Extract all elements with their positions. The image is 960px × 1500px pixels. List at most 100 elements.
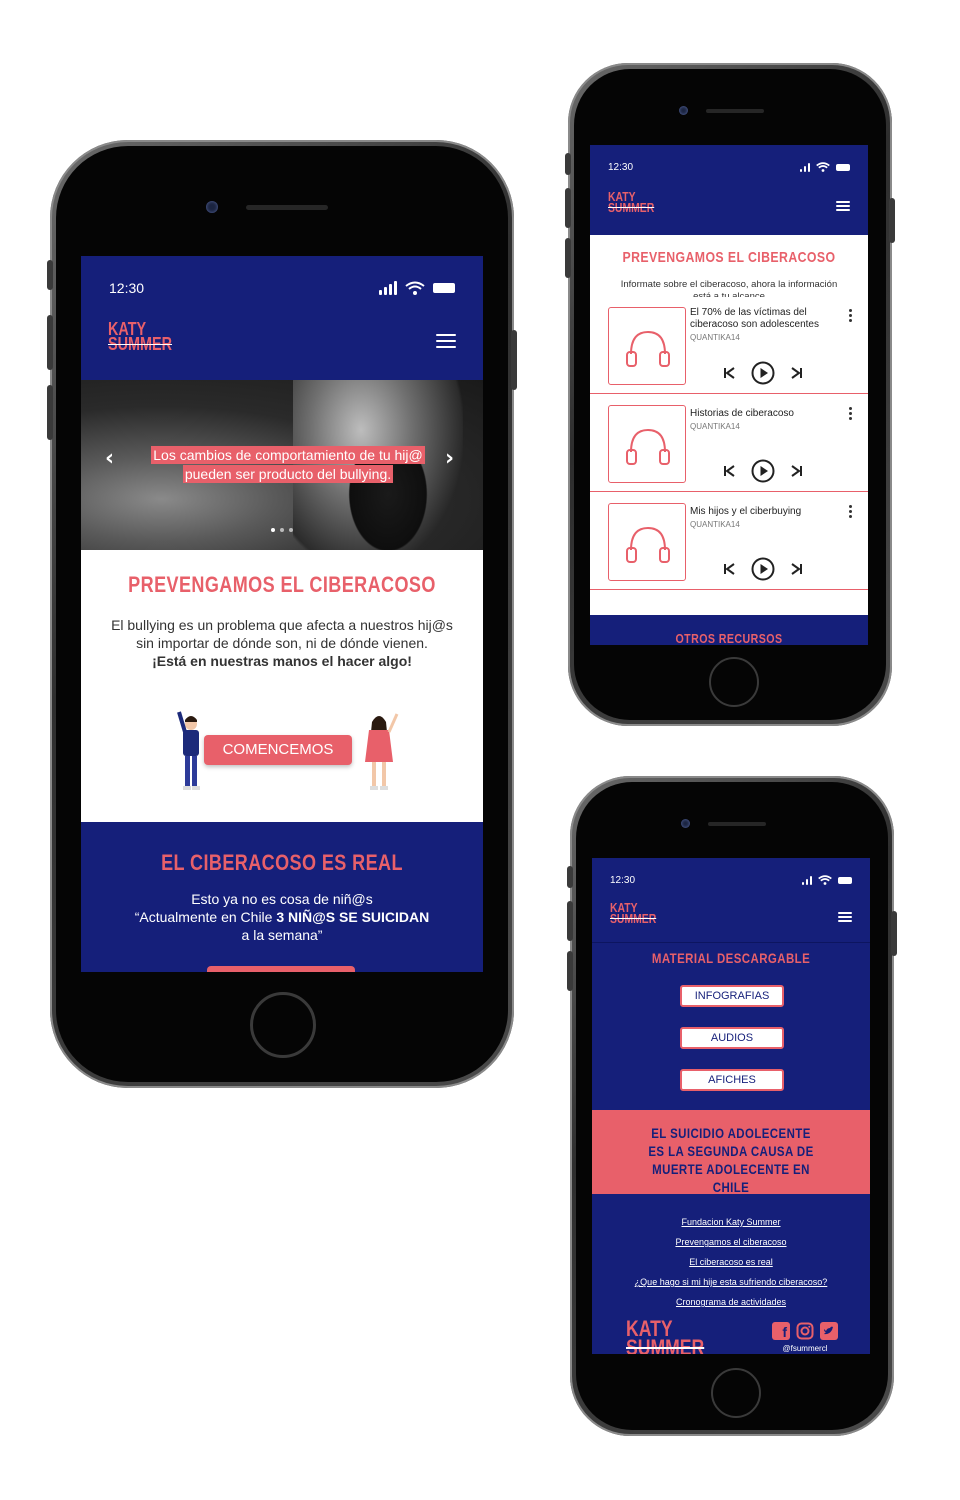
facebook-icon[interactable]: f xyxy=(772,1322,790,1340)
menu-icon[interactable] xyxy=(836,201,850,211)
hero-caption: Los cambios de comportamiento de tu hij@… xyxy=(151,446,425,483)
earpiece xyxy=(246,205,328,210)
audio-title: Mis hijos y el ciberbuying QUANTIKA14 xyxy=(690,506,820,531)
volume-down-button xyxy=(47,385,53,440)
home-button[interactable] xyxy=(250,992,316,1058)
play-icon[interactable] xyxy=(751,557,775,581)
audio-author: QUANTIKA14 xyxy=(690,422,740,431)
battery-icon xyxy=(838,876,852,884)
status-bar: 12:30 xyxy=(81,278,483,298)
carousel-dots[interactable] xyxy=(81,528,483,532)
signal-icon xyxy=(800,162,810,172)
audio-author: QUANTIKA14 xyxy=(690,520,740,529)
social-handle: @fsummercl xyxy=(782,1344,828,1353)
audio-title: Historias de ciberacoso QUANTIKA14 xyxy=(690,408,820,433)
phone-large: 12:30 KATY SUMMER ‹ › Los cambios de com… xyxy=(47,140,517,1088)
skip-next-icon[interactable] xyxy=(791,367,803,379)
status-bar: 12:30 xyxy=(592,872,870,888)
footer-logo: KATY SUMMER xyxy=(626,1316,705,1354)
screen-resources: 12:30 KATY SUMMER MATERIAL DESCARGABLE I… xyxy=(592,858,870,1354)
app-header: 12:30 KATY SUMMER xyxy=(590,145,868,235)
audios-button[interactable]: AUDIOS xyxy=(680,1027,784,1049)
phone-resources: 12:30 KATY SUMMER MATERIAL DESCARGABLE I… xyxy=(567,776,897,1436)
phone-audios: 12:30 KATY SUMMER PREVENGAMOS EL CIBERAC… xyxy=(565,63,895,726)
more-options-icon[interactable] xyxy=(849,505,852,518)
phone-bezel: 12:30 KATY SUMMER xyxy=(56,146,508,1082)
headphones-thumbnail[interactable] xyxy=(608,503,686,581)
play-icon[interactable] xyxy=(751,459,775,483)
chevron-right-icon[interactable]: › xyxy=(445,446,454,471)
section-button-peek[interactable] xyxy=(207,966,355,972)
menu-icon[interactable] xyxy=(838,912,852,922)
section-title: MATERIAL DESCARGABLE xyxy=(651,950,811,966)
afiches-button[interactable]: AFICHES xyxy=(680,1069,784,1091)
chevron-left-icon[interactable]: ‹ xyxy=(105,446,114,471)
status-time: 12:30 xyxy=(608,161,634,173)
hero-carousel: ‹ › Los cambios de comportamiento de tu … xyxy=(81,380,483,550)
section-body: El bullying es un problema que afecta a … xyxy=(111,617,453,669)
footer-link-fundacion[interactable]: Fundacion Katy Summer xyxy=(592,1212,870,1232)
home-button[interactable] xyxy=(709,657,759,707)
player-controls xyxy=(723,361,803,385)
mockup-stage: 12:30 KATY SUMMER ‹ › Los cambios de com… xyxy=(0,0,960,1500)
wifi-icon xyxy=(818,875,832,885)
section-body: Esto ya no es cosa de niñ@s “Actualmente… xyxy=(134,891,430,943)
front-camera xyxy=(681,819,690,828)
skip-next-icon[interactable] xyxy=(791,465,803,477)
footer-link-cronograma[interactable]: Cronograma de actividades xyxy=(592,1292,870,1312)
play-icon[interactable] xyxy=(751,361,775,385)
logo[interactable]: KATY SUMMER xyxy=(608,190,654,214)
audio-title: El 70% de las víctimas del ciberacoso so… xyxy=(690,307,819,342)
start-button[interactable]: COMENCEMOS xyxy=(204,735,352,765)
home-button[interactable] xyxy=(711,1368,761,1418)
status-bar: 12:30 xyxy=(590,159,868,175)
phone-bezel: 12:30 KATY SUMMER xyxy=(576,782,888,1430)
app-header: 12:30 KATY SUMMER xyxy=(81,256,483,380)
menu-icon[interactable] xyxy=(436,334,456,348)
battery-icon xyxy=(433,283,455,293)
status-time: 12:30 xyxy=(109,280,145,296)
audio-author: QUANTIKA14 xyxy=(690,333,740,342)
footer-link-que-hago[interactable]: ¿Que hago si mi hije esta sufriendo cibe… xyxy=(592,1272,870,1292)
footer-link-prevengamos[interactable]: Prevengamos el ciberacoso xyxy=(592,1232,870,1252)
skip-previous-icon[interactable] xyxy=(723,465,735,477)
skip-previous-icon[interactable] xyxy=(723,563,735,575)
signal-icon xyxy=(802,875,812,885)
audio-card[interactable]: El 70% de las víctimas del ciberacoso so… xyxy=(590,297,868,394)
volume-up-button xyxy=(47,315,53,370)
wifi-icon xyxy=(405,281,425,295)
battery-icon xyxy=(836,163,850,171)
front-camera xyxy=(206,201,218,213)
more-options-icon[interactable] xyxy=(849,407,852,420)
earpiece xyxy=(708,822,766,826)
player-controls xyxy=(723,557,803,581)
twitter-icon[interactable] xyxy=(820,1322,838,1340)
other-resources: OTROS RECURSOS xyxy=(590,615,868,645)
headphones-thumbnail[interactable] xyxy=(608,307,686,385)
headphones-icon xyxy=(626,428,670,465)
front-camera xyxy=(679,106,688,115)
social-links: f xyxy=(772,1322,838,1340)
headphones-icon xyxy=(626,330,670,367)
signal-icon xyxy=(379,281,397,295)
skip-next-icon[interactable] xyxy=(791,563,803,575)
infografias-button[interactable]: INFOGRAFIAS xyxy=(680,985,784,1007)
footer-link-real[interactable]: El ciberacoso es real xyxy=(592,1252,870,1272)
section-title: EL CIBERACOSO ES REAL xyxy=(161,850,403,875)
phone-bezel: 12:30 KATY SUMMER xyxy=(574,69,886,720)
footer-links: Fundacion Katy Summer Prevengamos el cib… xyxy=(592,1212,870,1312)
section-prevent: PREVENGAMOS EL CIBERACOSO El bullying es… xyxy=(81,550,483,822)
instagram-icon[interactable] xyxy=(796,1322,814,1340)
more-options-icon[interactable] xyxy=(849,309,852,322)
suicide-banner: EL SUICIDIO ADOLECENTE ES LA SEGUNDA CAU… xyxy=(592,1110,870,1195)
logo[interactable]: KATY SUMMER xyxy=(108,320,172,354)
audio-card[interactable]: Mis hijos y el ciberbuying QUANTIKA14 xyxy=(590,493,868,590)
headphones-icon xyxy=(626,526,670,563)
audio-card[interactable]: Historias de ciberacoso QUANTIKA14 xyxy=(590,395,868,492)
logo[interactable]: KATY SUMMER xyxy=(610,901,656,925)
skip-previous-icon[interactable] xyxy=(723,367,735,379)
section-title: PREVENGAMOS EL CIBERACOSO xyxy=(128,572,436,597)
section-real: EL CIBERACOSO ES REAL Esto ya no es cosa… xyxy=(81,822,483,972)
headphones-thumbnail[interactable] xyxy=(608,405,686,483)
status-time: 12:30 xyxy=(610,874,636,886)
